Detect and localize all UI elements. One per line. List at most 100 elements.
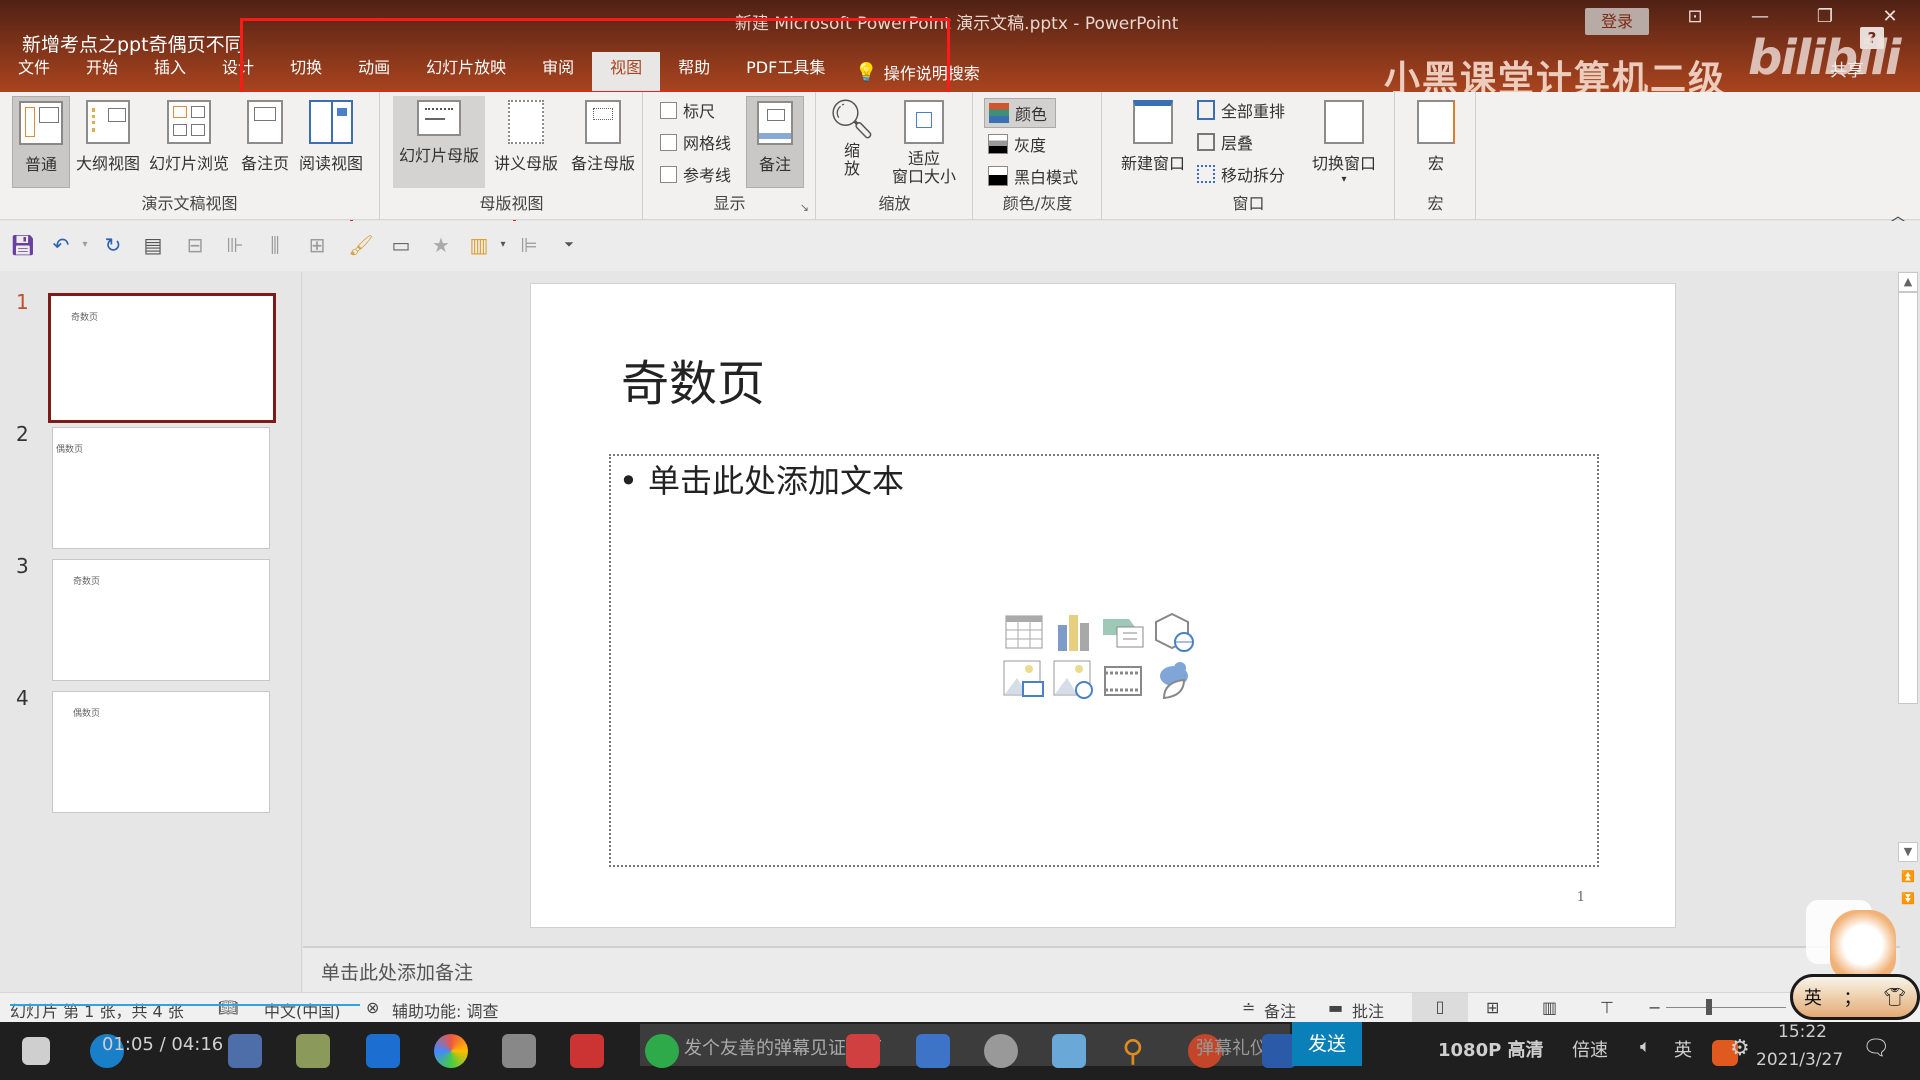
- gridlines-checkbox[interactable]: 网格线: [660, 130, 731, 154]
- customize-qat-icon[interactable]: ⏷: [556, 237, 582, 252]
- word-icon[interactable]: [1262, 1034, 1296, 1068]
- tab-review[interactable]: 审阅: [524, 52, 592, 92]
- slide-thumbnail-1[interactable]: 奇数页: [48, 293, 276, 423]
- tab-view[interactable]: 视图: [592, 52, 661, 92]
- ime-lang[interactable]: 英: [1804, 984, 1822, 1010]
- switch-windows-button[interactable]: 切换窗口 ▾: [1299, 96, 1389, 188]
- accessibility-status[interactable]: 辅助功能: 调查: [392, 998, 498, 1022]
- tab-insert[interactable]: 插入: [136, 52, 204, 92]
- slide-thumbnail-3[interactable]: 奇数页: [52, 559, 270, 681]
- ruler-checkbox[interactable]: 标尺: [660, 98, 715, 122]
- new-window-button[interactable]: 新建窗口: [1113, 96, 1193, 188]
- app-icon[interactable]: [296, 1034, 330, 1068]
- notes-status-button[interactable]: 备注: [1264, 998, 1296, 1022]
- slideshow-status-icon[interactable]: ⊤: [1600, 998, 1614, 1017]
- align-center-icon[interactable]: ⊟: [182, 233, 208, 257]
- close-icon[interactable]: ✕: [1875, 6, 1905, 27]
- scroll-down-icon[interactable]: ▼: [1898, 842, 1918, 862]
- comments-status-button[interactable]: 批注: [1352, 998, 1384, 1022]
- normal-view-status-icon[interactable]: ▯: [1412, 993, 1468, 1023]
- speed-selector[interactable]: 倍速: [1572, 1036, 1608, 1062]
- color-button[interactable]: 颜色: [984, 98, 1057, 128]
- notification-icon[interactable]: 🗨︎: [1862, 1036, 1890, 1061]
- ime-punct-icon[interactable]: ；: [1844, 984, 1862, 1010]
- align-bottom-icon[interactable]: ⊞: [304, 233, 330, 257]
- cascade-button[interactable]: 层叠: [1197, 130, 1253, 154]
- wps-icon[interactable]: [916, 1034, 950, 1068]
- tell-me-search[interactable]: 操作说明搜索: [884, 60, 992, 84]
- dialog-launcher-icon[interactable]: ↘: [800, 201, 809, 214]
- insert-3d-model-icon[interactable]: [1153, 612, 1195, 652]
- macros-button[interactable]: 宏: [1406, 96, 1466, 188]
- layout-icon[interactable]: ▥: [466, 233, 492, 257]
- spell-check-icon[interactable]: 📖︎: [218, 998, 238, 1017]
- netease-icon[interactable]: [846, 1034, 880, 1068]
- insert-online-picture-icon[interactable]: [1053, 660, 1095, 700]
- notes-pane[interactable]: 单击此处添加备注: [303, 946, 1900, 992]
- app-cloud-icon[interactable]: [984, 1034, 1018, 1068]
- text-box-icon[interactable]: ▤: [140, 233, 166, 257]
- reading-view-status-icon[interactable]: ▥: [1542, 998, 1557, 1017]
- distribute-icon[interactable]: ⫼: [262, 233, 288, 257]
- danmaku-icon[interactable]: [502, 1034, 536, 1068]
- notes-page-button[interactable]: 备注页: [236, 96, 294, 188]
- app-5g-icon[interactable]: [570, 1034, 604, 1068]
- redo-icon[interactable]: ↻: [100, 233, 126, 257]
- slide-master-button[interactable]: 幻灯片母版: [393, 96, 485, 188]
- slide-thumbnail-4[interactable]: 偶数页: [52, 691, 270, 813]
- tab-design[interactable]: 设计: [204, 52, 272, 92]
- content-placeholder[interactable]: • 单击此处添加文本: [609, 454, 1599, 867]
- fit-to-window-button[interactable]: 适应 窗口大小: [881, 96, 967, 188]
- outline-view-button[interactable]: 大纲视图: [74, 96, 142, 188]
- align-left-icon[interactable]: ⊫: [516, 233, 542, 257]
- settings-icon[interactable]: ⚙: [1730, 1036, 1750, 1061]
- undo-icon[interactable]: ↶: [48, 233, 74, 257]
- scroll-up-icon[interactable]: ▲: [1898, 272, 1918, 292]
- zoom-slider-handle[interactable]: [1706, 999, 1712, 1015]
- slide-thumbnail-2[interactable]: 偶数页: [52, 427, 270, 549]
- ime-toolbar[interactable]: 英 ； 👕︎: [1790, 974, 1920, 1020]
- slide-sorter-status-icon[interactable]: ⊞: [1486, 998, 1499, 1017]
- move-split-button[interactable]: 移动拆分: [1197, 162, 1285, 186]
- undo-dropdown-icon[interactable]: ▾: [72, 239, 98, 250]
- reading-view-button[interactable]: 阅读视图: [296, 96, 366, 188]
- star-app-icon[interactable]: [366, 1034, 400, 1068]
- search-magnifier-icon[interactable]: ⚲: [1122, 1034, 1156, 1069]
- normal-view-button[interactable]: 普通: [12, 96, 70, 188]
- tab-pdf-tools[interactable]: PDF工具集: [728, 52, 843, 92]
- tab-slideshow[interactable]: 幻灯片放映: [408, 52, 524, 92]
- notes-toggle-button[interactable]: 备注: [746, 96, 804, 188]
- zoom-button[interactable]: 🔍︎ 缩放: [827, 96, 877, 188]
- ime-indicator[interactable]: 英: [1674, 1036, 1692, 1062]
- restore-icon[interactable]: ❐: [1810, 6, 1840, 27]
- slide-sorter-button[interactable]: 幻灯片浏览: [146, 96, 232, 188]
- tab-file[interactable]: 文件: [0, 52, 68, 92]
- insert-chart-icon[interactable]: [1053, 612, 1095, 652]
- danmaku-etiquette-link[interactable]: 弹幕礼仪: [1196, 1034, 1268, 1060]
- layout-dropdown-icon[interactable]: ▾: [490, 239, 516, 250]
- insert-video-icon[interactable]: [1103, 660, 1145, 700]
- align-middle-icon[interactable]: ⊪: [222, 233, 248, 257]
- quality-selector[interactable]: 1080P 高清: [1438, 1036, 1544, 1062]
- insert-smartart-icon[interactable]: [1103, 612, 1145, 652]
- animation-icon[interactable]: ★: [428, 233, 454, 257]
- anime-app-icon[interactable]: [1052, 1034, 1086, 1068]
- save-icon[interactable]: 💾︎: [10, 233, 36, 257]
- login-button[interactable]: 登录: [1585, 8, 1649, 35]
- language-status[interactable]: 中文(中国): [264, 998, 341, 1022]
- insert-table-icon[interactable]: [1003, 612, 1045, 652]
- grayscale-button[interactable]: 灰度: [988, 132, 1046, 156]
- tab-animations[interactable]: 动画: [340, 52, 408, 92]
- volume-icon[interactable]: 🔈︎: [1640, 1036, 1651, 1057]
- ime-skin-icon[interactable]: 👕︎: [1883, 987, 1906, 1008]
- scrollbar-thumb[interactable]: [1898, 292, 1918, 704]
- chrome-icon[interactable]: [434, 1034, 468, 1068]
- search-app-icon[interactable]: [228, 1034, 262, 1068]
- arrange-all-button[interactable]: 全部重排: [1197, 98, 1285, 122]
- start-icon[interactable]: [22, 1037, 50, 1065]
- new-slide-icon[interactable]: ▭: [388, 233, 414, 257]
- tab-transitions[interactable]: 切换: [272, 52, 340, 92]
- video-progress-line[interactable]: [10, 1004, 360, 1006]
- handout-master-button[interactable]: 讲义母版: [489, 96, 563, 188]
- vertical-scrollbar[interactable]: ▲ ▼ ⏫ ⏬: [1898, 272, 1918, 972]
